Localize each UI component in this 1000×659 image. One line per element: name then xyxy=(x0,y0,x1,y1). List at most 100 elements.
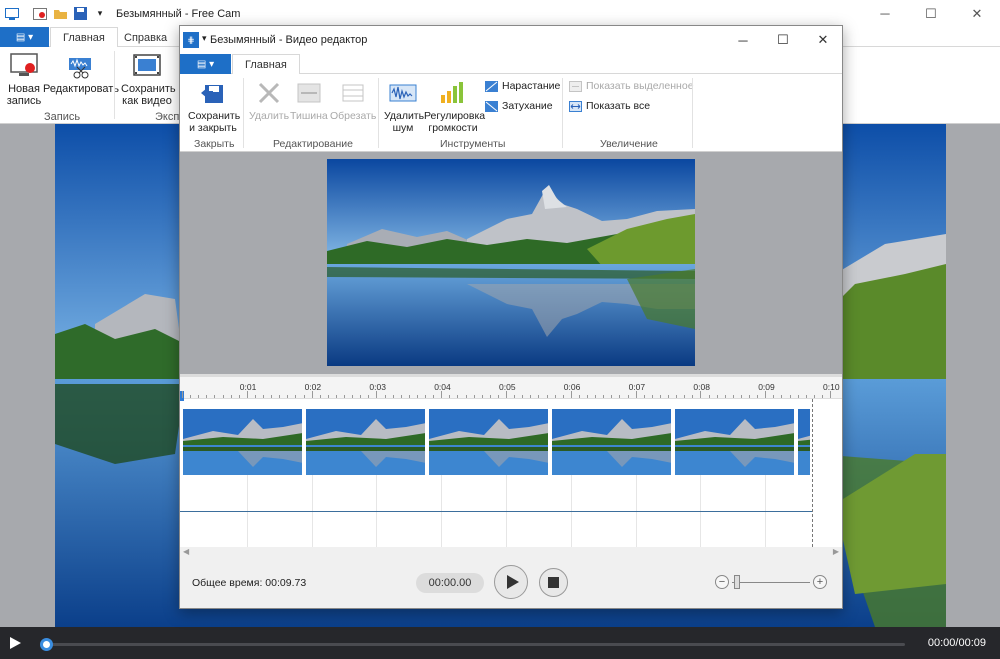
editor-tab-home[interactable]: Главная xyxy=(232,54,300,75)
ruler-label: 0:01 xyxy=(239,382,257,392)
ruler-tick xyxy=(311,391,313,398)
ruler-tick xyxy=(254,395,256,398)
stop-button[interactable] xyxy=(539,568,568,597)
editor-controls: Общее время: 00:09.73 00:00.00 − + xyxy=(180,556,842,608)
ruler-tick xyxy=(765,391,767,398)
play-button[interactable] xyxy=(494,565,528,599)
seek-handle[interactable] xyxy=(40,638,53,651)
edit-button[interactable]: Редактировать xyxy=(43,52,119,95)
audio-track[interactable] xyxy=(180,511,812,512)
ruler-tick xyxy=(757,395,759,398)
video-thumbnail xyxy=(797,408,811,476)
dropdown-icon[interactable]: ▾ xyxy=(92,6,108,22)
scroll-right-icon[interactable]: ▶ xyxy=(833,547,839,556)
ribbon-separator xyxy=(378,78,379,148)
ruler-tick xyxy=(570,391,572,398)
group-label-edit: Редактирование xyxy=(273,138,353,150)
ruler-tick xyxy=(684,395,686,398)
ribbon-separator xyxy=(692,78,693,148)
ruler-tick xyxy=(740,395,742,398)
minimize-icon[interactable]: ─ xyxy=(862,0,908,27)
ruler-tick xyxy=(668,395,669,398)
edit-icon xyxy=(69,58,91,79)
tab-home[interactable]: Главная xyxy=(50,27,118,48)
silence-icon xyxy=(297,83,321,103)
record-icon[interactable] xyxy=(32,6,48,22)
delete-button[interactable]: Удалить xyxy=(249,79,289,122)
ruler-tick xyxy=(619,395,621,398)
ruler-tick xyxy=(813,395,815,398)
video-thumbnail xyxy=(305,408,426,476)
maximize-icon[interactable]: ☐ xyxy=(908,0,954,27)
delete-icon xyxy=(258,82,280,104)
editor-titlebar: ⋕ ▾ Безымянный - Видео редактор ─ ☐ ✕ xyxy=(180,26,842,54)
ruler-tick xyxy=(781,395,783,398)
show-selected-button[interactable]: Показать выделенное xyxy=(569,80,694,92)
video-editor-window: ⋕ ▾ Безымянный - Видео редактор ─ ☐ ✕ ▤ … xyxy=(179,25,843,609)
save-as-video-button[interactable]: Сохранить как видео xyxy=(121,52,176,107)
ruler-tick xyxy=(635,391,637,398)
save-icon[interactable] xyxy=(72,6,88,22)
ruler-tick xyxy=(238,395,240,398)
ruler-tick xyxy=(214,395,216,398)
editor-minimize-icon[interactable]: ─ xyxy=(724,26,762,54)
fade-in-button[interactable]: Нарастание xyxy=(485,80,560,92)
ruler-tick xyxy=(295,395,297,398)
video-thumbnail xyxy=(182,408,303,476)
show-all-button[interactable]: Показать все xyxy=(569,100,650,112)
play-icon[interactable] xyxy=(10,637,21,649)
zoom-slider[interactable] xyxy=(732,582,810,583)
volume-button[interactable]: Регулировка громкости xyxy=(424,79,485,134)
folder-icon[interactable] xyxy=(52,6,68,22)
volume-icon xyxy=(441,82,463,103)
new-record-button[interactable]: Новая запись xyxy=(6,52,42,107)
ruler-tick xyxy=(352,395,354,398)
player-bar: 00:00/00:09 xyxy=(0,627,1000,659)
fade-out-button[interactable]: Затухание xyxy=(485,100,553,112)
ruler-label: 0:02 xyxy=(304,382,322,392)
group-label-record: Запись xyxy=(44,111,81,123)
ruler-tick xyxy=(416,395,418,398)
trim-icon xyxy=(342,84,364,102)
zoom-slider-handle[interactable] xyxy=(734,575,740,589)
editor-file-menu-button[interactable]: ▤ ▾ xyxy=(180,54,231,74)
ruler-tick xyxy=(692,395,694,398)
ruler-tick xyxy=(522,395,524,398)
dropdown-icon[interactable]: ▾ xyxy=(202,33,207,44)
ruler-tick xyxy=(489,395,491,398)
timeline-ruler[interactable]: 0:01 0:02 0:03 0:04 0:05 0:06 0:07 0:08 0:09 0:10 xyxy=(180,377,842,401)
scroll-left-icon[interactable]: ◀ xyxy=(183,547,189,556)
ruler-tick xyxy=(360,395,362,398)
ruler-tick xyxy=(724,395,726,398)
editor-title: Безымянный - Видео редактор xyxy=(210,34,368,46)
zoom-plus-icon[interactable]: + xyxy=(813,575,827,589)
ruler-tick xyxy=(797,395,799,398)
save-close-button[interactable]: Сохранить и закрыть xyxy=(188,79,240,134)
seek-bar[interactable] xyxy=(45,643,905,646)
timeline[interactable]: 0:01 0:02 0:03 0:04 0:05 0:06 0:07 0:08 0:09 0:10… xyxy=(180,374,842,559)
ruler-tick xyxy=(627,395,629,398)
ruler-tick xyxy=(408,395,410,398)
ruler-label: 0:10 xyxy=(823,382,840,392)
tab-help[interactable]: Справка xyxy=(112,27,179,48)
ruler-tick xyxy=(425,395,426,398)
trim-button[interactable]: Обрезать xyxy=(330,79,376,122)
remove-noise-button[interactable]: Удалить шум xyxy=(384,79,424,134)
ruler-tick xyxy=(335,395,337,398)
ruler-tick xyxy=(287,395,289,398)
ruler-tick xyxy=(206,395,208,398)
editor-close-icon[interactable]: ✕ xyxy=(804,26,842,54)
ruler-label: 0:03 xyxy=(369,382,386,392)
ruler-tick xyxy=(198,395,200,398)
close-icon[interactable]: ✕ xyxy=(954,0,1000,27)
silence-button[interactable]: Тишина xyxy=(290,79,328,122)
ruler-tick xyxy=(603,395,605,398)
ruler-tick xyxy=(805,395,807,398)
editor-maximize-icon[interactable]: ☐ xyxy=(764,26,802,54)
ruler-tick xyxy=(651,395,653,398)
ruler-label: 0:09 xyxy=(758,382,775,392)
file-menu-button[interactable]: ▤ ▾ xyxy=(0,27,49,47)
zoom-minus-icon[interactable]: − xyxy=(715,575,729,589)
ruler-tick xyxy=(578,395,580,398)
ruler-tick xyxy=(449,395,451,398)
